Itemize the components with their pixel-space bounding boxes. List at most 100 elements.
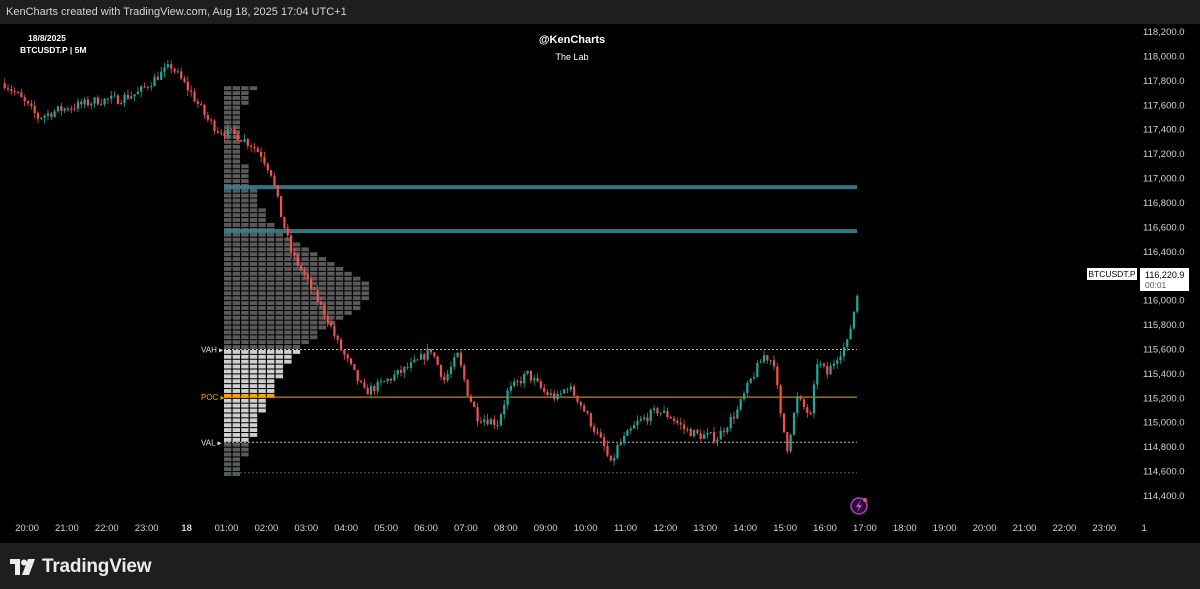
candle	[379, 377, 383, 386]
candle	[476, 402, 479, 427]
volume-profile-cell	[241, 257, 249, 262]
volume-profile-cell	[224, 262, 232, 266]
volume-profile-cell	[318, 266, 326, 271]
candle	[260, 147, 263, 163]
candle	[686, 426, 689, 433]
candle	[722, 427, 726, 437]
candle	[812, 380, 816, 419]
volume-profile-cell	[232, 384, 240, 389]
volume-profile-cell	[284, 301, 292, 306]
volume-profile-cell	[275, 271, 283, 276]
volume-profile-cell	[284, 359, 292, 364]
volume-profile-cell	[275, 320, 283, 325]
candle	[113, 91, 116, 98]
volume-profile-cell	[301, 252, 309, 257]
volume-profile-cell	[232, 115, 240, 120]
volume-profile-cell	[224, 379, 232, 384]
volume-profile-cell	[232, 105, 240, 110]
volume-profile-cell	[224, 389, 232, 393]
x-tick-label: 15:00	[773, 523, 797, 534]
volume-profile-cell	[232, 149, 240, 154]
volume-profile-cell	[327, 310, 335, 315]
volume-profile-cell	[258, 379, 266, 384]
candle	[503, 399, 506, 420]
volume-profile-cell	[258, 325, 266, 330]
volume-profile-cell	[292, 345, 301, 349]
volume-profile-cell	[275, 237, 283, 242]
candle	[23, 94, 26, 107]
candle	[250, 143, 253, 153]
volume-profile-cell	[241, 203, 249, 208]
candle	[659, 412, 662, 417]
candle	[646, 412, 649, 425]
candle	[616, 441, 619, 460]
candle	[279, 196, 283, 218]
volume-profile-cell	[232, 349, 240, 354]
volume-profile-cell	[232, 222, 240, 227]
candle	[36, 111, 40, 124]
volume-profile-cell	[224, 149, 232, 154]
volume-profile-cell	[241, 335, 249, 340]
candle	[200, 101, 203, 106]
lightning-icon[interactable]	[850, 497, 868, 515]
volume-profile-cell	[335, 286, 344, 291]
volume-profile-cell	[335, 281, 344, 286]
candle	[852, 311, 856, 331]
candle	[699, 429, 702, 441]
candle	[496, 420, 499, 430]
candle	[353, 364, 356, 371]
volume-profile-cell	[318, 281, 326, 286]
volume-profile-cell	[241, 301, 249, 306]
chart-panel[interactable]: 18/8/2025 BTCUSDT.P | 5M @KenCharts The …	[0, 24, 1200, 543]
tradingview-logo[interactable]: TradingView	[10, 556, 152, 578]
volume-profile-cell	[275, 349, 283, 354]
volume-profile-cell	[241, 408, 249, 413]
candle	[173, 67, 176, 74]
candle	[819, 360, 822, 368]
volume-profile-cell	[292, 271, 301, 276]
volume-profile-cell	[292, 296, 301, 301]
volume-profile-cell	[335, 296, 344, 301]
candle	[276, 184, 279, 199]
volume-profile-cell	[267, 384, 275, 389]
volume-profile-cell	[258, 242, 266, 247]
volume-profile-cell	[241, 340, 249, 345]
volume-profile-cell	[292, 247, 301, 252]
y-tick-label: 117,000.0	[1143, 174, 1185, 185]
candle	[509, 381, 512, 395]
candle	[742, 391, 746, 402]
candle	[76, 98, 80, 113]
volume-profile-cell	[232, 340, 240, 345]
volume-profile-cell	[267, 315, 275, 320]
volume-profile-cell	[327, 306, 335, 310]
candle	[386, 377, 389, 385]
volume-profile-cell	[353, 296, 361, 301]
x-tick-label: 11:00	[614, 523, 637, 534]
volume-profile-cell	[249, 418, 258, 423]
vah-label: VAH ▸	[201, 345, 223, 354]
volume-profile-cell	[318, 276, 326, 281]
candle	[196, 98, 199, 109]
volume-profile-cell	[224, 398, 232, 403]
tradingview-brand: TradingView	[42, 556, 152, 577]
volume-profile-cell	[267, 310, 275, 315]
candle	[283, 216, 286, 230]
volume-profile-cell	[249, 193, 258, 198]
candle	[186, 76, 189, 96]
volume-profile-cell	[327, 291, 335, 296]
volume-profile-cell	[249, 345, 258, 349]
x-tick-label: 19:00	[933, 523, 957, 534]
candle	[203, 103, 206, 119]
volume-profile-cell	[232, 139, 240, 144]
volume-profile-cell	[267, 340, 275, 345]
volume-profile-cell	[241, 208, 249, 213]
candle	[359, 380, 363, 384]
volume-profile-cell	[241, 310, 249, 315]
volume-profile-cell	[267, 222, 275, 227]
candle	[623, 432, 626, 446]
volume-profile-cell	[258, 286, 266, 291]
volume-profile-cell	[267, 247, 275, 252]
volume-profile-cell	[232, 271, 240, 276]
candlestick-chart[interactable]: 18/8/2025 BTCUSDT.P | 5M @KenCharts The …	[0, 24, 1200, 543]
volume-profile-cell	[249, 403, 258, 408]
